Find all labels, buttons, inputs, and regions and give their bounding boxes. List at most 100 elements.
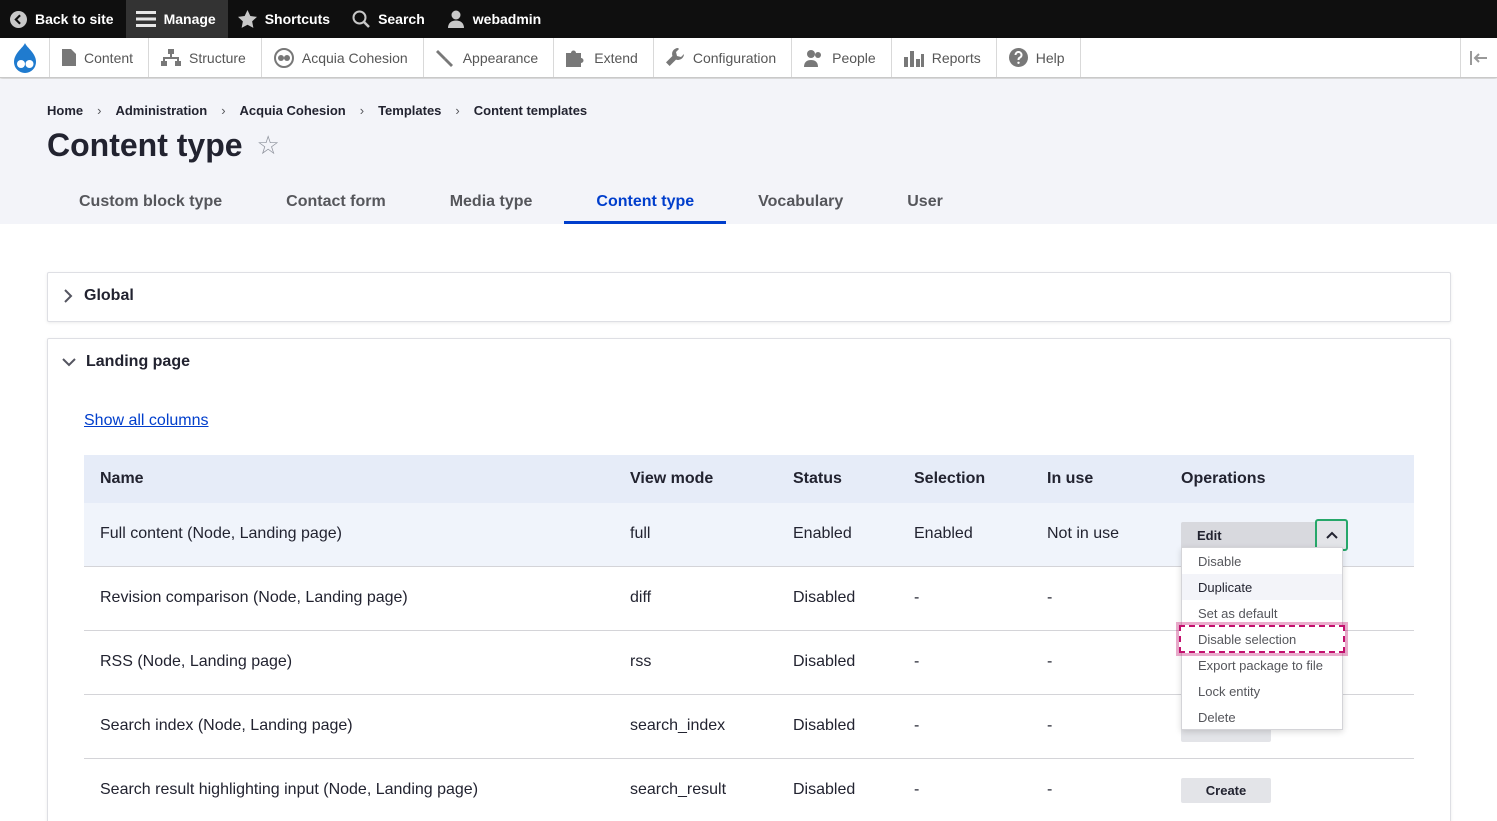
tray-item-appearance[interactable]: Appearance xyxy=(424,38,555,77)
cell-in-use: - xyxy=(1047,717,1053,734)
people-icon xyxy=(804,49,822,67)
cell-in-use: - xyxy=(1047,653,1053,670)
breadcrumb-content-templates[interactable]: Content templates xyxy=(474,103,587,118)
collapse-tray-button[interactable] xyxy=(1460,38,1497,77)
bar-chart-icon xyxy=(903,50,924,67)
cell-view-mode: search_result xyxy=(630,781,727,798)
breadcrumb-home[interactable]: Home xyxy=(47,103,83,118)
tray-item-content[interactable]: Content xyxy=(50,38,150,77)
cell-view-mode: search_index xyxy=(630,717,726,734)
cell-name: Search index (Node, Landing page) xyxy=(100,717,353,734)
operations-dropdown-menu: Disable Duplicate Set as default Disable… xyxy=(1176,547,1348,730)
menu-item-export-package[interactable]: Export package to file xyxy=(1182,652,1342,678)
column-header-in-use: In use xyxy=(1047,470,1094,487)
tray-item-help[interactable]: Help xyxy=(997,38,1081,77)
edit-button[interactable]: Edit xyxy=(1181,522,1328,548)
cell-status: Disabled xyxy=(793,717,856,734)
page-title: Content type ☆ xyxy=(47,127,280,164)
tab-content-type[interactable]: Content type xyxy=(564,179,726,224)
table-row: Search result highlighting input (Node, … xyxy=(84,759,1414,821)
details-global: Global xyxy=(47,272,1451,322)
tray-item-label: Extend xyxy=(594,49,638,66)
cell-view-mode: full xyxy=(630,525,651,542)
tray-item-people[interactable]: People xyxy=(792,38,892,77)
details-global-label: Global xyxy=(84,287,134,304)
chevron-right-icon xyxy=(64,289,73,303)
star-icon xyxy=(237,10,257,28)
user-icon xyxy=(447,10,464,28)
cell-status: Enabled xyxy=(793,525,852,542)
menu-item-duplicate[interactable]: Duplicate xyxy=(1182,574,1342,600)
cell-status: Disabled xyxy=(793,781,856,798)
cell-selection: - xyxy=(914,589,920,606)
cell-in-use: - xyxy=(1047,781,1053,798)
breadcrumb-acquia-cohesion[interactable]: Acquia Cohesion xyxy=(240,103,346,118)
tray-item-structure[interactable]: Structure xyxy=(149,38,262,77)
tab-user[interactable]: User xyxy=(875,179,975,224)
breadcrumb-separator: › xyxy=(97,103,102,118)
tabs: Custom block type Contact form Media typ… xyxy=(47,179,975,224)
column-header-view-mode: View mode xyxy=(630,470,714,487)
help-icon xyxy=(1008,48,1028,67)
back-to-site-label: Back to site xyxy=(35,11,114,27)
cell-in-use: Not in use xyxy=(1047,525,1120,542)
file-icon xyxy=(62,49,76,66)
cell-name: RSS (Node, Landing page) xyxy=(100,653,293,670)
page-header: Home › Administration › Acquia Cohesion … xyxy=(0,79,1497,224)
tab-contact-form[interactable]: Contact form xyxy=(254,179,418,224)
chevron-down-icon xyxy=(62,358,76,367)
tab-media-type[interactable]: Media type xyxy=(418,179,565,224)
page-title-text: Content type xyxy=(47,127,243,163)
breadcrumb-templates[interactable]: Templates xyxy=(378,103,441,118)
tray-item-extend[interactable]: Extend xyxy=(554,38,654,77)
breadcrumb-administration[interactable]: Administration xyxy=(115,103,207,118)
search-tab[interactable]: Search xyxy=(342,0,437,38)
shortcuts-tab[interactable]: Shortcuts xyxy=(228,0,342,38)
menu-item-disable-selection[interactable]: Disable selection xyxy=(1176,622,1348,656)
paintbrush-icon xyxy=(435,50,453,67)
search-label: Search xyxy=(378,11,425,27)
cell-view-mode: diff xyxy=(630,589,652,606)
cell-selection: Enabled xyxy=(914,525,973,542)
table-header: Name View mode Status Selection In use O… xyxy=(84,455,1414,503)
cell-name: Search result highlighting input (Node, … xyxy=(100,781,479,798)
arrow-left-circle-icon xyxy=(10,10,27,28)
tab-custom-block-type[interactable]: Custom block type xyxy=(47,179,254,224)
tray-item-label: People xyxy=(832,49,876,66)
details-global-summary[interactable]: Global xyxy=(62,287,134,305)
sitemap-icon xyxy=(161,49,182,66)
cell-selection: - xyxy=(914,653,920,670)
shortcuts-label: Shortcuts xyxy=(264,11,331,27)
breadcrumb-separator: › xyxy=(455,103,460,118)
breadcrumb-separator: › xyxy=(221,103,226,118)
tray-item-configuration[interactable]: Configuration xyxy=(654,38,793,77)
drupal-drop-icon xyxy=(13,42,36,73)
details-landing-summary[interactable]: Landing page xyxy=(62,353,190,371)
tray-item-reports[interactable]: Reports xyxy=(892,38,997,77)
tab-vocabulary[interactable]: Vocabulary xyxy=(726,179,875,224)
manage-tab[interactable]: Manage xyxy=(125,0,228,38)
chevron-up-icon xyxy=(1325,531,1338,539)
back-to-site-link[interactable]: Back to site xyxy=(0,0,126,38)
tray-item-label: Content xyxy=(84,49,134,66)
drupal-logo[interactable] xyxy=(0,38,50,77)
search-icon xyxy=(352,10,370,28)
menu-item-lock-entity[interactable]: Lock entity xyxy=(1182,678,1342,704)
menu-item-disable[interactable]: Disable xyxy=(1182,548,1342,574)
show-all-columns-link[interactable]: Show all columns xyxy=(84,412,209,430)
cell-selection: - xyxy=(914,717,920,734)
cell-status: Disabled xyxy=(793,589,856,606)
shortcut-star-icon[interactable]: ☆ xyxy=(257,130,280,161)
menu-item-set-as-default[interactable]: Set as default xyxy=(1182,600,1342,626)
wrench-icon xyxy=(665,48,684,66)
user-tab[interactable]: webadmin xyxy=(437,0,553,38)
create-button[interactable]: Create xyxy=(1181,778,1271,803)
column-header-selection: Selection xyxy=(914,470,986,487)
cell-in-use: - xyxy=(1047,589,1053,606)
manage-label: Manage xyxy=(163,11,216,27)
menu-item-delete[interactable]: Delete xyxy=(1182,704,1342,730)
tray-item-acquia-cohesion[interactable]: Acquia Cohesion xyxy=(262,38,424,77)
tray-item-label: Appearance xyxy=(462,49,539,66)
breadcrumb-separator: › xyxy=(359,103,365,118)
cell-selection: - xyxy=(914,781,920,798)
